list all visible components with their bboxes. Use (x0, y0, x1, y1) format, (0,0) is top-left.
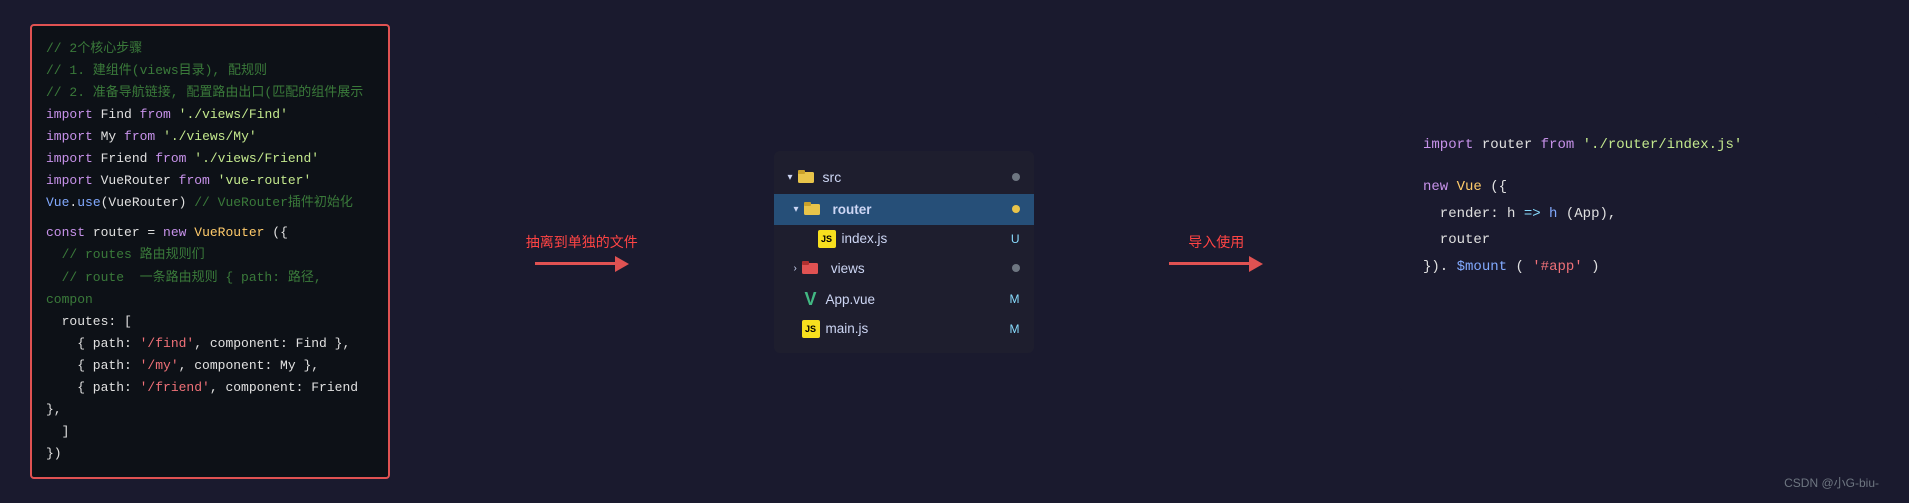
arrow-right-head (1249, 256, 1263, 272)
code-line-route-find: { path: '/find', component: Find }, (46, 333, 374, 355)
right-code-line1: import router from './router/index.js' (1423, 132, 1855, 159)
src-folder-icon (797, 167, 815, 188)
router-folder-row[interactable]: ▾ router (774, 194, 1034, 225)
mainjs-label: main.js (826, 321, 1010, 336)
src-chevron-icon: ▾ (788, 172, 793, 183)
code-line-routes-open: routes: [ (46, 311, 374, 333)
arrow-left: 抽离到单独的文件 (526, 232, 638, 272)
appvue-badge: M (1010, 292, 1020, 306)
code-line-routes-close: ] (46, 421, 374, 443)
code-line-import-find: import Find from './views/Find' (46, 104, 374, 126)
code-line-routes-comment1: // routes 路由规则们 (46, 244, 374, 266)
arrow-right-line (1169, 256, 1263, 272)
views-dot-badge (1012, 264, 1020, 272)
arrow-left-head (615, 256, 629, 272)
code-line-route-my: { path: '/my', component: My }, (46, 355, 374, 377)
indexjs-badge: U (1011, 232, 1020, 246)
views-chevron-icon: › (794, 263, 797, 274)
right-code-line4: render: h => h (App), (1423, 201, 1855, 228)
mainjs-file-icon: JS (802, 320, 820, 338)
router-dot-badge (1012, 205, 1020, 213)
mainjs-file-row[interactable]: JS main.js M (774, 315, 1034, 343)
appvue-label: App.vue (826, 292, 1010, 307)
code-line-obj-close: }) (46, 443, 374, 465)
file-tree-src-row: ▾ src (774, 161, 1034, 194)
code-line-const-router: const router = new VueRouter ({ (46, 222, 374, 244)
src-dot-badge (1012, 173, 1020, 181)
code-line-vue-use: Vue.use(VueRouter) // VueRouter插件初始化 (46, 192, 374, 214)
watermark: CSDN @小G-biu- (1784, 474, 1879, 491)
code-line-comment3: // 2. 准备导航链接, 配置路由出口(匹配的组件展示 (46, 82, 374, 104)
router-folder-label: router (833, 202, 1012, 217)
arrow-right: 导入使用 (1169, 232, 1263, 272)
js-file-icon: JS (818, 230, 836, 248)
right-code-line3: new Vue ({ (1423, 174, 1855, 201)
router-folder-icon (803, 199, 821, 220)
right-code-empty (1423, 162, 1855, 174)
right-code-line6: }). $mount ( '#app' ) (1423, 254, 1855, 281)
views-folder-icon (801, 258, 819, 279)
arrow-right-label: 导入使用 (1188, 232, 1244, 252)
arrow-left-label: 抽离到单独的文件 (526, 232, 638, 252)
appvue-file-row[interactable]: V App.vue M (774, 284, 1034, 315)
router-chevron-icon: ▾ (794, 204, 799, 215)
code-line-comment2: // 1. 建组件(views目录), 配规则 (46, 60, 374, 82)
vue-file-icon: V (802, 289, 820, 310)
right-code-line5: router (1423, 227, 1855, 254)
code-line-import-my: import My from './views/My' (46, 126, 374, 148)
code-line-routes-comment2: // route 一条路由规则 { path: 路径, compon (46, 267, 374, 311)
code-line-import-vuerouter: import VueRouter from 'vue-router' (46, 170, 374, 192)
code-line-import-friend: import Friend from './views/Friend' (46, 148, 374, 170)
right-code-panel: import router from './router/index.js' n… (1399, 112, 1879, 392)
mainjs-badge: M (1010, 322, 1020, 336)
arrow-left-shaft (535, 262, 615, 265)
file-tree-panel: ▾ src ▾ router JS index.js U › (774, 151, 1034, 353)
src-label: src (823, 169, 842, 185)
code-line-route-friend: { path: '/friend', component: Friend }, (46, 377, 374, 421)
views-folder-label: views (831, 261, 1012, 276)
indexjs-label: index.js (842, 231, 1011, 246)
arrow-left-line (535, 256, 629, 272)
indexjs-file-row[interactable]: JS index.js U (774, 225, 1034, 253)
views-folder-row[interactable]: › views (774, 253, 1034, 284)
arrow-right-shaft (1169, 262, 1249, 265)
code-line-comment1: // 2个核心步骤 (46, 38, 374, 60)
left-code-panel: // 2个核心步骤 // 1. 建组件(views目录), 配规则 // 2. … (30, 24, 390, 480)
